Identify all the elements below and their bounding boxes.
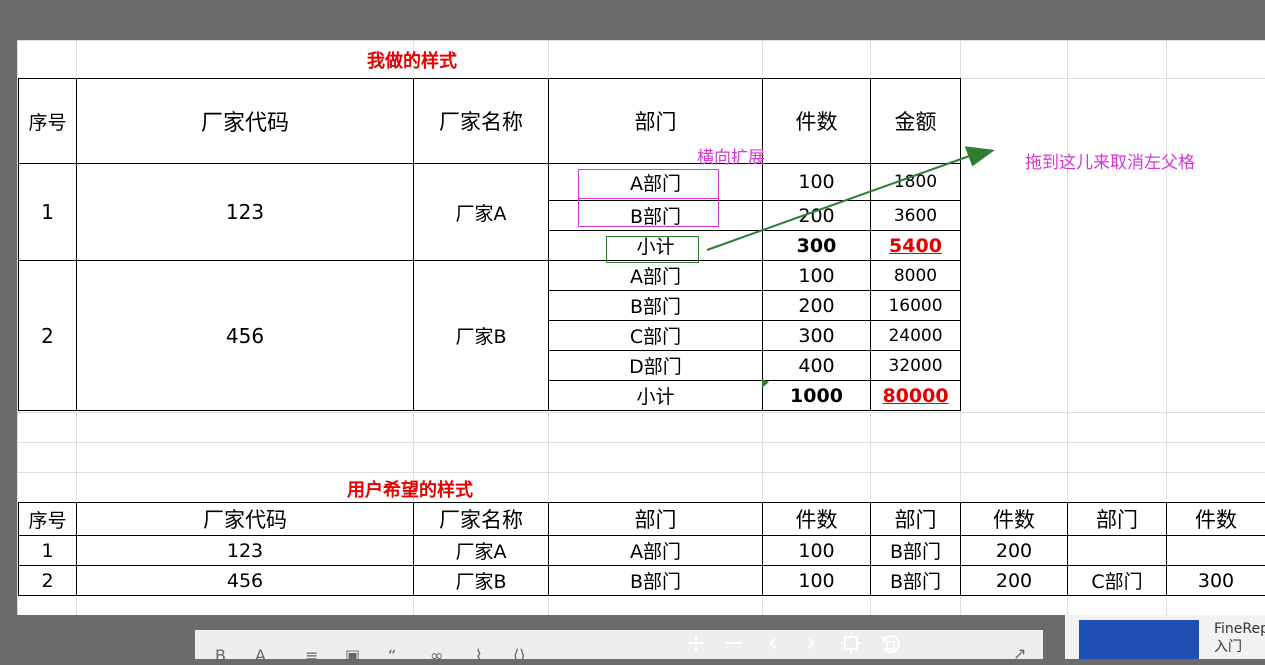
code-cell: 456: [77, 261, 414, 411]
table-cell: 厂家A: [414, 536, 549, 566]
table-cell: C部门: [1068, 566, 1167, 596]
amount-cell: 1800: [871, 164, 961, 201]
table-cell: B部门: [871, 536, 961, 566]
editor-toolbar-background: B A ≡ ▣ “ ∞ ⌇ ⟨⟩ ↗: [195, 630, 1043, 659]
header-row: 序号 厂家代码 厂家名称 部门 件数 金额: [19, 79, 961, 164]
header-row: 序号 厂家代码 厂家名称 部门 件数 部门 件数 部门 件数: [19, 503, 1265, 536]
header-cell: 厂家名称: [414, 503, 549, 536]
table-row: 1 123 厂家A A部门 100 B部门 200: [19, 536, 1265, 566]
zoom-out-button[interactable]: −: [719, 628, 749, 658]
next-button[interactable]: ›: [796, 628, 826, 658]
fit-screen-button[interactable]: [836, 628, 866, 658]
image-icon[interactable]: ▣: [345, 646, 360, 665]
header-cell: 部门: [871, 503, 961, 536]
table-cell: 100: [763, 566, 871, 596]
amount-cell: 8000: [871, 261, 961, 291]
header-cell: 序号: [19, 503, 77, 536]
quote-icon[interactable]: “: [388, 646, 396, 665]
table-cell: 456: [77, 566, 414, 596]
subtotal-label-cell: 小计: [549, 381, 763, 411]
header-cell: 件数: [961, 503, 1068, 536]
table-cell: [1167, 536, 1265, 566]
name-cell: 厂家A: [414, 164, 549, 261]
qty-cell: 100: [763, 261, 871, 291]
code-icon[interactable]: ⟨⟩: [513, 646, 525, 665]
table-cell: 100: [763, 536, 871, 566]
thumbnail-caption-line2: 入门: [1214, 638, 1265, 656]
amount-cell: 3600: [871, 201, 961, 231]
dept-cell: B部门: [549, 291, 763, 321]
table-cell: 200: [961, 566, 1068, 596]
table-cell: B部门: [549, 566, 763, 596]
table-cell: 123: [77, 536, 414, 566]
table-cell: 2: [19, 566, 77, 596]
subtotal-amount-link[interactable]: 80000: [871, 381, 961, 411]
qty-cell: 300: [763, 321, 871, 351]
subtotal-amount-link[interactable]: 5400: [871, 231, 961, 261]
qty-cell: 100: [763, 164, 871, 201]
qty-cell: 200: [763, 201, 871, 231]
dept-cell: D部门: [549, 351, 763, 381]
table-cell: 200: [961, 536, 1068, 566]
header-cell: 部门: [1068, 503, 1167, 536]
bottom-section-title: 用户希望的样式: [347, 476, 473, 502]
name-cell: 厂家B: [414, 261, 549, 411]
rotate-icon: [879, 632, 901, 654]
header-cell: 序号: [19, 79, 77, 164]
subtotal-qty-cell: 1000: [763, 381, 871, 411]
code-cell: 123: [77, 164, 414, 261]
horizontal-expand-box-a: [578, 169, 719, 199]
top-report-table: 序号 厂家代码 厂家名称 部门 件数 金额 1 123 厂家A A部门 100 …: [18, 78, 961, 411]
top-section-title: 我做的样式: [367, 47, 457, 73]
horizontal-expand-box-b: [578, 198, 719, 227]
amount-cell: 32000: [871, 351, 961, 381]
dept-cell: C部门: [549, 321, 763, 351]
subtotal-qty-cell: 300: [763, 231, 871, 261]
subtotal-selection-box: [606, 236, 699, 263]
header-cell: 厂家代码: [77, 503, 414, 536]
thumbnail-caption[interactable]: FineRep 入门: [1214, 620, 1265, 656]
link-icon[interactable]: ∞: [430, 646, 443, 665]
qty-cell: 400: [763, 351, 871, 381]
amount-cell: 24000: [871, 321, 961, 351]
table-cell: 1: [19, 536, 77, 566]
header-cell: 金额: [871, 79, 961, 164]
table-cell: [1068, 536, 1167, 566]
fit-screen-icon: [840, 632, 862, 654]
dept-cell: A部门: [549, 261, 763, 291]
thumbnail-image[interactable]: [1079, 620, 1199, 659]
table-row: 1 123 厂家A A部门 100 1800: [19, 164, 961, 201]
zoom-in-button[interactable]: +: [681, 628, 711, 658]
table-row: 2 456 厂家B A部门 100 8000: [19, 261, 961, 291]
strikethrough-icon[interactable]: ≡: [305, 646, 318, 665]
attachment-icon[interactable]: ⌇: [475, 646, 483, 665]
bold-icon[interactable]: B: [215, 646, 226, 665]
table-row: 2 456 厂家B B部门 100 B部门 200 C部门 300: [19, 566, 1265, 596]
viewer-backdrop: [0, 0, 1265, 40]
header-cell: 部门: [549, 503, 763, 536]
table-cell: B部门: [871, 566, 961, 596]
header-cell: 件数: [763, 79, 871, 164]
horizontal-expand-note: 横向扩展: [697, 143, 765, 168]
header-cell: 厂家代码: [77, 79, 414, 164]
drag-hint-note: 拖到这儿来取消左父格: [1025, 148, 1195, 173]
seq-cell: 1: [19, 164, 77, 261]
table-cell: 厂家B: [414, 566, 549, 596]
header-cell: 件数: [1167, 503, 1265, 536]
header-cell: 厂家名称: [414, 79, 549, 164]
previous-button[interactable]: ‹: [758, 628, 788, 658]
rotate-button[interactable]: [875, 628, 905, 658]
expand-icon[interactable]: ↗: [1013, 644, 1026, 663]
qty-cell: 200: [763, 291, 871, 321]
amount-cell: 16000: [871, 291, 961, 321]
seq-cell: 2: [19, 261, 77, 411]
table-cell: A部门: [549, 536, 763, 566]
table-cell: 300: [1167, 566, 1265, 596]
spreadsheet-canvas: 我做的样式 序号 厂家代码 厂家名称 部门 件数 金额 1 123 厂家A A部…: [17, 40, 1265, 615]
font-color-icon[interactable]: A: [255, 646, 266, 665]
thumbnail-caption-line1: FineRep: [1214, 620, 1265, 638]
desired-report-table: 序号 厂家代码 厂家名称 部门 件数 部门 件数 部门 件数 1 123 厂家A…: [18, 502, 1265, 596]
header-cell: 件数: [763, 503, 871, 536]
